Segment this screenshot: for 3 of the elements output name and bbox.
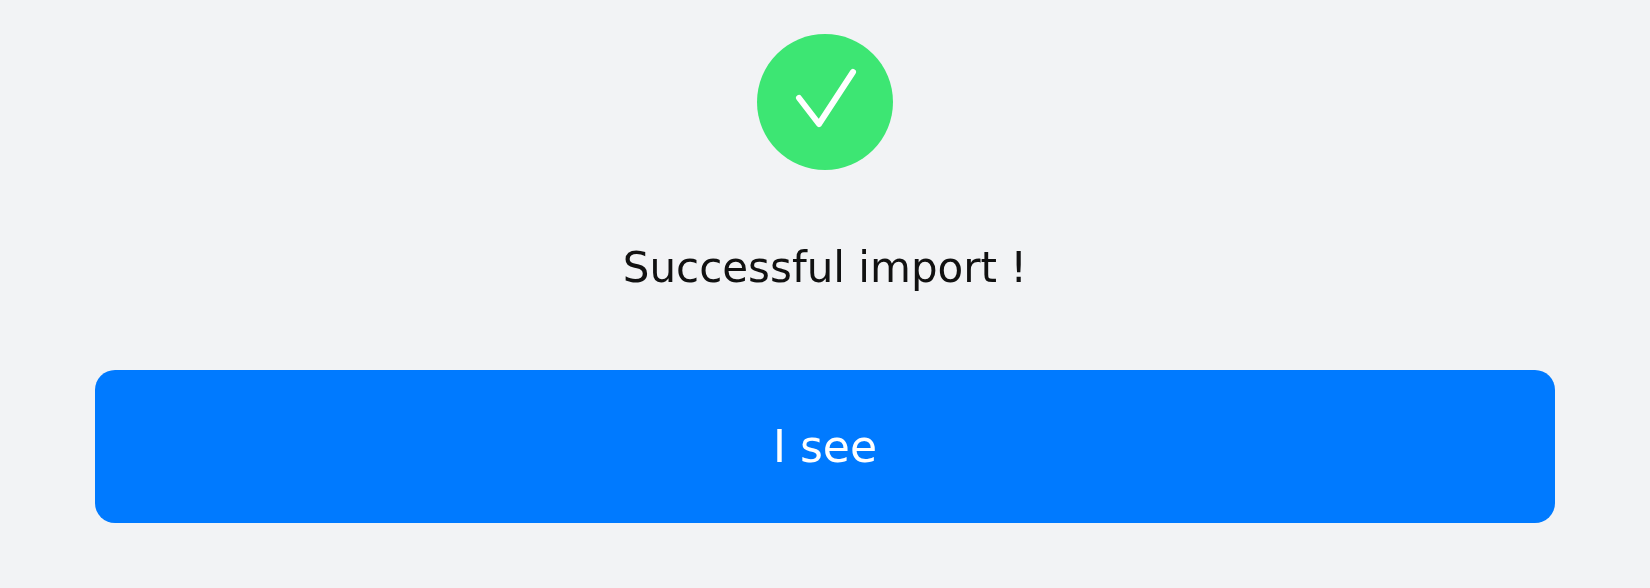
success-check-icon [757,34,893,170]
success-message: Successful import ! [622,242,1028,294]
confirm-button[interactable]: I see [95,370,1555,523]
